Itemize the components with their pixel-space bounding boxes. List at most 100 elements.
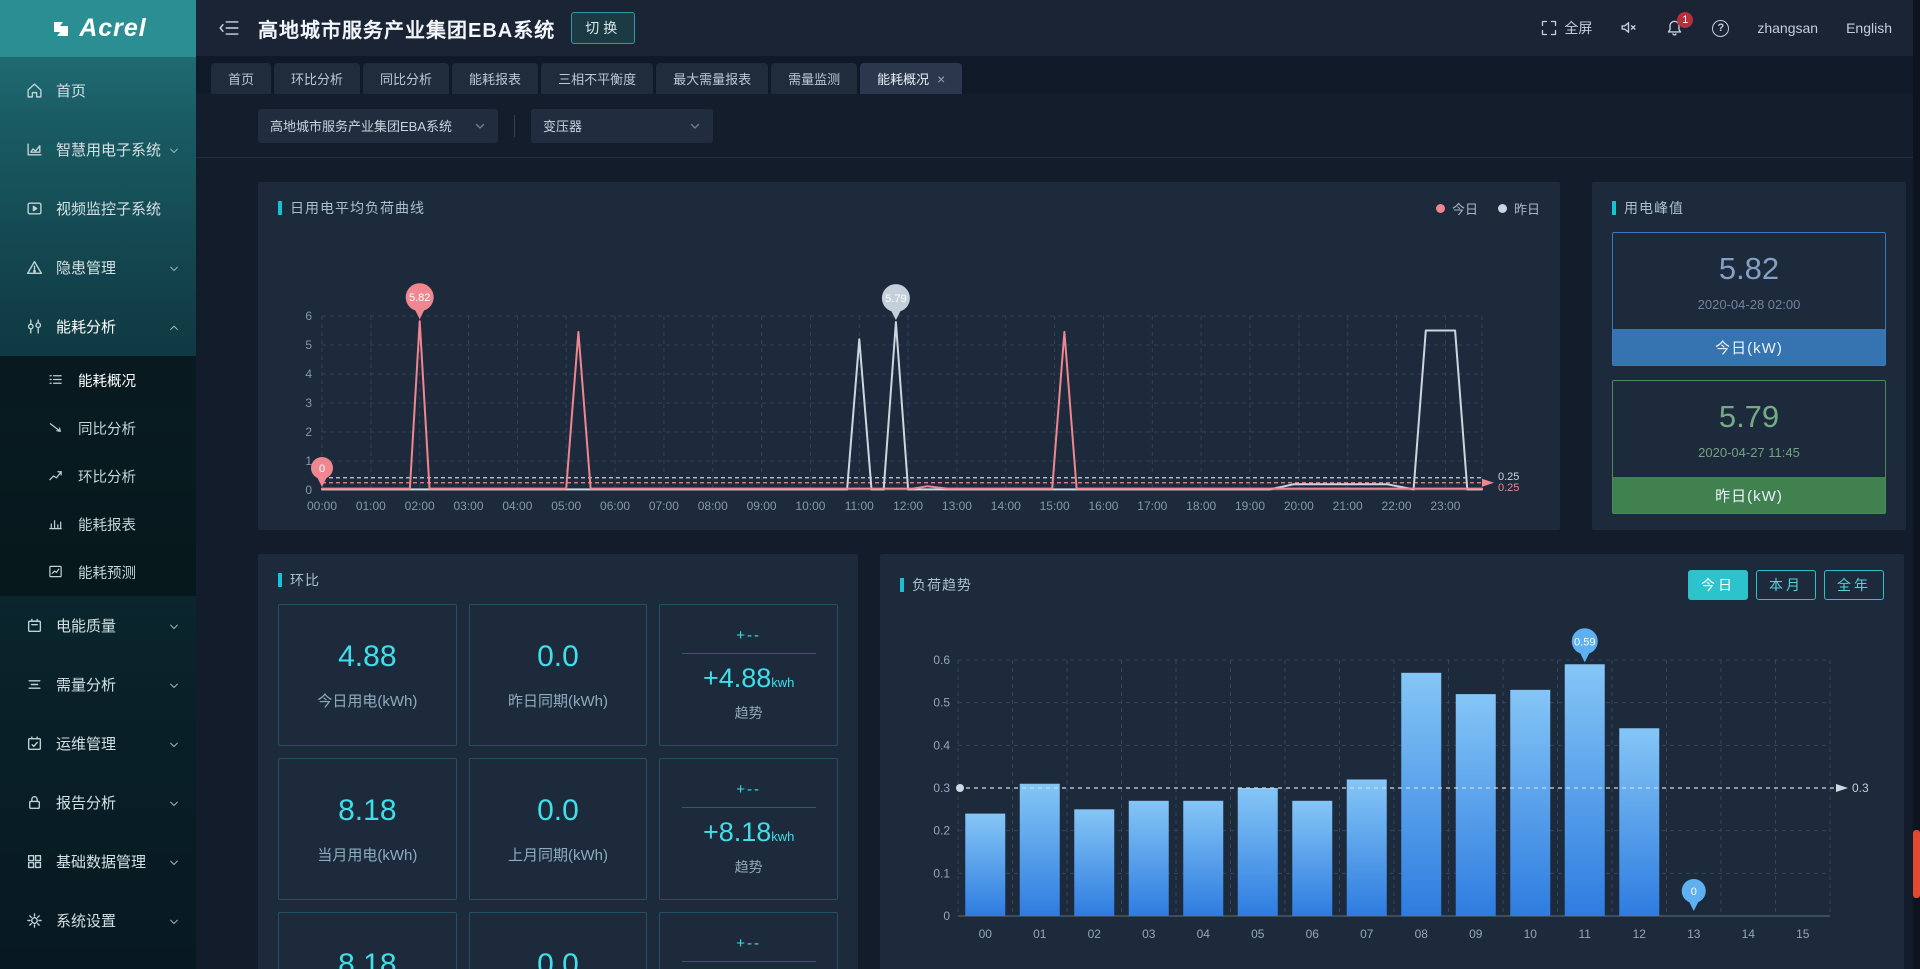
settings-icon [26,912,43,929]
peak-card-0: 5.822020-04-28 02:00今日(kW) [1612,232,1886,366]
app-root: Acrel 首页智慧用电子系统视频监控子系统隐患管理能耗分析能耗概况同比分析环比… [0,0,1920,969]
svg-text:0.6: 0.6 [933,653,950,667]
svg-text:05: 05 [1251,927,1265,941]
sidebar-item-1[interactable]: 智慧用电子系统 [0,120,196,179]
tab-需量监测[interactable]: 需量监测 [771,63,857,94]
scrollbar-thumb[interactable] [1913,830,1920,898]
trend-range-今日[interactable]: 今日 [1688,570,1748,600]
tab-首页[interactable]: 首页 [211,63,271,94]
chevron-down-icon [168,144,180,156]
tab-label: 同比分析 [380,69,432,88]
trend-range-全年[interactable]: 全年 [1824,570,1884,600]
peak-datetime: 2020-04-27 11:45 [1698,445,1800,460]
system-select[interactable]: 高地城市服务产业集团EBA系统 [258,109,498,143]
sidebar-item-11[interactable]: 日志管理 [0,950,196,969]
svg-text:2: 2 [305,425,312,439]
sidebar-collapse-icon[interactable] [218,17,240,39]
huanbi-value: 0.0 [537,794,579,828]
huanbi-card-3: 8.18当月用电(kWh) [278,758,457,900]
sidebar-item-9[interactable]: 基础数据管理 [0,832,196,891]
sidebar-item-label: 需量分析 [56,674,168,695]
huanbi-card-2: +--+4.88kwh趋势 [659,604,838,746]
svg-text:15:00: 15:00 [1040,499,1070,513]
svg-text:04: 04 [1197,927,1211,941]
chevron-down-icon [689,120,701,132]
page-scrollbar[interactable] [1913,0,1920,969]
huanbi-trend-label: 趋势 [735,857,763,877]
mute-button[interactable] [1620,19,1638,37]
switch-button[interactable]: 切换 [571,12,635,44]
sidebar-item-7[interactable]: 运维管理 [0,714,196,773]
mom-icon [48,468,65,485]
trend-range-本月[interactable]: 本月 [1756,570,1816,600]
sidebar-subitem-能耗报表[interactable]: 能耗报表 [0,500,196,548]
sidebar-item-8[interactable]: 报告分析 [0,773,196,832]
sidebar-item-2[interactable]: 视频监控子系统 [0,179,196,238]
sidebar-item-3[interactable]: 隐患管理 [0,238,196,297]
legend-item-昨日[interactable]: 昨日 [1498,199,1540,218]
sidebar-item-label: 运维管理 [56,733,168,754]
chevron-up-icon [168,321,180,333]
notification-badge: 1 [1677,12,1693,28]
device-select[interactable]: 变压器 [531,109,713,143]
sidebar-item-5[interactable]: 电能质量 [0,596,196,655]
help-button[interactable]: ? [1712,20,1729,37]
sidebar-subitem-同比分析[interactable]: 同比分析 [0,404,196,452]
report-analysis-icon [26,794,43,811]
sidebar-item-6[interactable]: 需量分析 [0,655,196,714]
chart-marker: 0 [1682,879,1706,911]
main-column: 高地城市服务产业集团EBA系统 切换 全屏 1 ? zhangsan E [196,0,1920,969]
load-trend-panel: 负荷趋势 今日本月全年 00.10.20.30.40.50.6000102030… [880,554,1904,969]
tab-同比分析[interactable]: 同比分析 [363,63,449,94]
load-trend-chart: 00.10.20.30.40.50.6000102030405060708091… [900,608,1882,969]
tab-close-icon[interactable]: × [937,72,945,86]
notifications-button[interactable]: 1 [1666,19,1684,37]
svg-text:0.1: 0.1 [933,866,950,880]
sidebar-item-label: 基础数据管理 [56,851,168,872]
sidebar-subitem-能耗概况[interactable]: 能耗概况 [0,356,196,404]
svg-text:06:00: 06:00 [600,499,630,513]
base-data-icon [26,853,43,870]
brand-logo: Acrel [0,0,196,57]
huanbi-delta-row: +8.18kwh [703,817,794,848]
huanbi-delta-unit: kwh [771,675,794,690]
sidebar-subitem-label: 能耗概况 [78,370,180,391]
huanbi-trend-label: 趋势 [735,703,763,723]
sidebar-item-0[interactable]: 首页 [0,61,196,120]
tab-环比分析[interactable]: 环比分析 [274,63,360,94]
panel-accent [278,573,282,587]
huanbi-delta-unit: kwh [771,829,794,844]
tab-三相不平衡度[interactable]: 三相不平衡度 [541,63,653,94]
svg-text:4: 4 [305,367,312,381]
svg-text:09:00: 09:00 [747,499,777,513]
sidebar-subitem-label: 环比分析 [78,466,180,487]
svg-text:0: 0 [319,463,325,475]
user-menu[interactable]: zhangsan [1757,20,1818,36]
tab-能耗概况[interactable]: 能耗概况× [860,63,962,94]
overview-icon [48,372,65,389]
peak-datetime: 2020-04-28 02:00 [1698,297,1801,312]
svg-text:07: 07 [1360,927,1374,941]
peak-value: 5.79 [1719,399,1779,435]
fullscreen-button[interactable]: 全屏 [1540,18,1592,38]
svg-text:10: 10 [1524,927,1538,941]
sidebar-item-10[interactable]: 系统设置 [0,891,196,950]
tab-最大需量报表[interactable]: 最大需量报表 [656,63,768,94]
tab-能耗报表[interactable]: 能耗报表 [452,63,538,94]
huanbi-label: 上月同期(kWh) [508,844,608,865]
fullscreen-icon [1540,19,1558,37]
sidebar-subitem-环比分析[interactable]: 环比分析 [0,452,196,500]
svg-text:15: 15 [1796,927,1810,941]
energy-analysis-icon [26,318,43,335]
chevron-down-icon [168,798,180,810]
language-switch[interactable]: English [1846,20,1892,36]
video-monitor-icon [26,200,43,217]
sidebar-item-4[interactable]: 能耗分析 [0,297,196,356]
home-icon [26,82,43,99]
huanbi-divider [682,961,816,962]
chart-marker: 5.79 [882,284,910,320]
svg-text:14: 14 [1742,927,1756,941]
chevron-down-icon [168,679,180,691]
legend-item-今日[interactable]: 今日 [1436,199,1478,218]
sidebar-subitem-能耗预测[interactable]: 能耗预测 [0,548,196,596]
